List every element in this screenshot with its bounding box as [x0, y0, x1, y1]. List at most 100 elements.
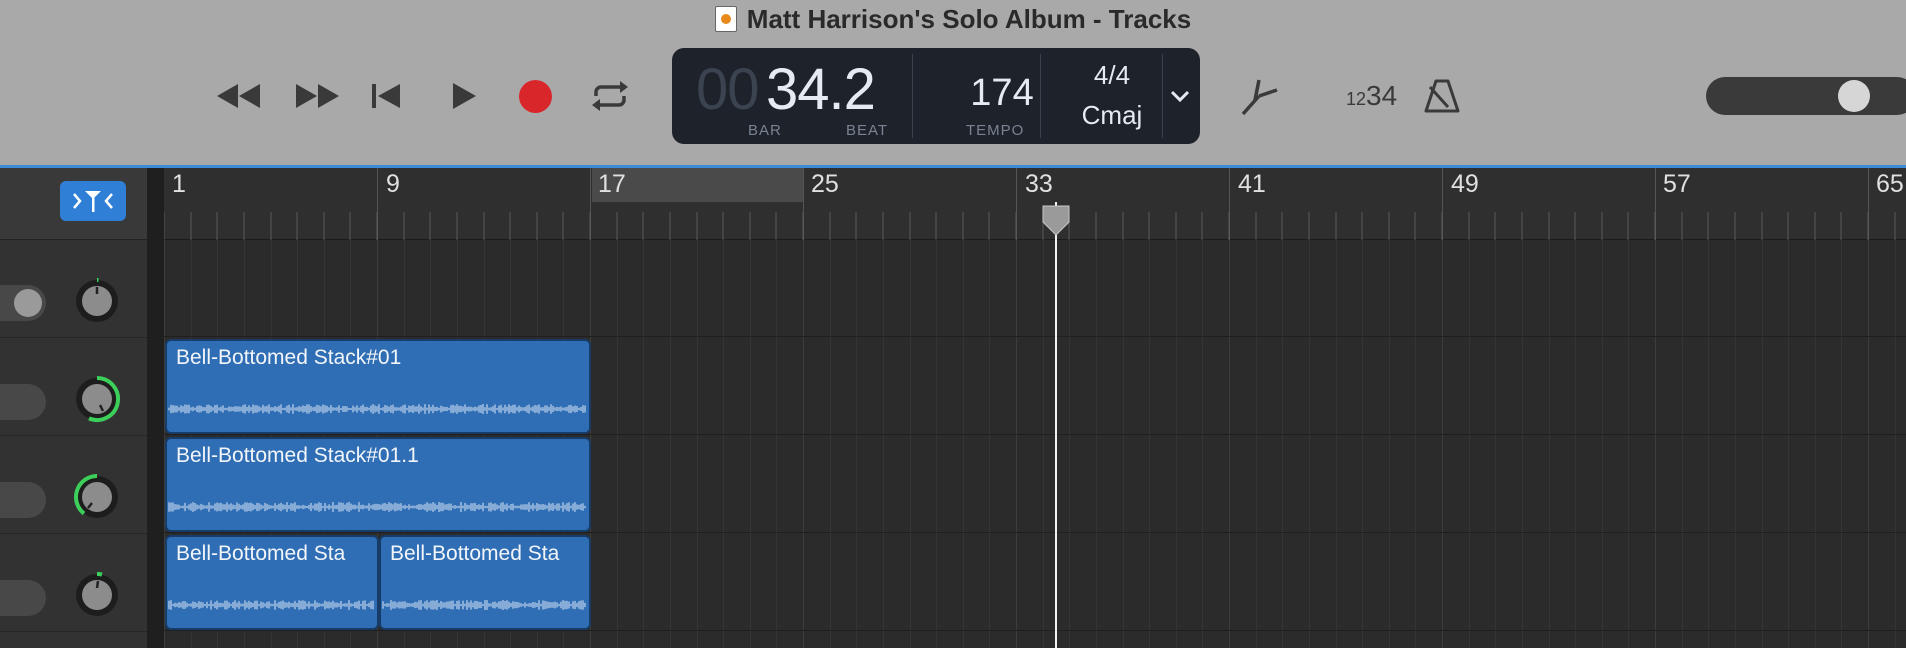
grid-line	[1788, 240, 1789, 648]
rewind-icon	[217, 84, 260, 108]
grid-line	[1522, 240, 1523, 648]
grid-line	[1362, 240, 1363, 648]
fast-forward-button[interactable]	[290, 76, 344, 116]
fast-forward-icon	[296, 84, 339, 108]
grid-line	[643, 240, 644, 648]
region-waveform	[168, 600, 374, 610]
grid-line	[1176, 240, 1177, 648]
waveform-path	[168, 404, 586, 414]
track-row-divider	[164, 630, 1906, 631]
catch-playhead-button[interactable]	[60, 181, 126, 221]
grid-line	[1602, 240, 1603, 648]
audio-region[interactable]: Bell-Bottomed Sta	[165, 535, 379, 630]
cycle-button[interactable]	[587, 76, 633, 116]
grid-line	[1149, 240, 1150, 648]
track-row-divider	[164, 532, 1906, 533]
grid-line	[963, 240, 964, 648]
track-toggle[interactable]	[0, 580, 46, 616]
region-name: Bell-Bottomed Stack#01.1	[176, 444, 419, 467]
audio-region[interactable]: Bell-Bottomed Stack#01.1	[165, 437, 591, 532]
rewind-button[interactable]	[212, 76, 266, 116]
grid-line	[1229, 240, 1230, 648]
chevron-down-icon[interactable]	[1168, 84, 1192, 108]
region-name: Bell-Bottomed Sta	[390, 542, 560, 565]
playhead-handle[interactable]	[1039, 204, 1073, 238]
timeline-ruler[interactable]: 1 9 17 25 33 41 49 57 65	[164, 168, 1906, 240]
master-volume-slider[interactable]	[1706, 77, 1906, 115]
lcd-bar-leading-zeros: 00	[696, 57, 760, 122]
grid-line	[723, 240, 724, 648]
grid-line	[1575, 240, 1576, 648]
grid-line	[1815, 240, 1816, 648]
lcd-separator	[1162, 54, 1163, 138]
grid-line	[1735, 240, 1736, 648]
grid-line	[1202, 240, 1203, 648]
count-in-small: 12	[1346, 89, 1367, 109]
track-header-row[interactable]	[0, 240, 147, 338]
grid-line	[1069, 240, 1070, 648]
tracks-area[interactable]: Bell-Bottomed Stack#01 Bell-Bottomed Sta…	[164, 240, 1906, 648]
track-row-divider	[164, 336, 1906, 337]
grid-line	[803, 240, 804, 648]
grid-line	[1016, 240, 1017, 648]
track-toggle[interactable]	[0, 482, 46, 518]
track-toggle[interactable]	[0, 384, 46, 420]
grid-line	[1389, 240, 1390, 648]
lcd-tempo-label: TEMPO	[966, 122, 1025, 139]
metronome-button[interactable]	[1420, 76, 1464, 116]
grid-line	[1628, 240, 1629, 648]
grid-line	[1762, 240, 1763, 648]
volume-knob[interactable]	[72, 570, 122, 620]
master-volume-handle[interactable]	[1838, 80, 1870, 112]
window-title-text: Matt Harrison's Solo Album - Tracks	[746, 4, 1192, 34]
track-header-row[interactable]	[0, 534, 147, 632]
ruler-beat-ticks	[164, 212, 1896, 240]
grid-line	[830, 240, 831, 648]
control-bar: Matt Harrison's Solo Album - Tracks 00 3…	[0, 0, 1906, 165]
grid-line	[883, 240, 884, 648]
window-title: Matt Harrison's Solo Album - Tracks	[0, 4, 1906, 35]
grid-line	[1309, 240, 1310, 648]
cycle-icon	[592, 81, 628, 111]
lcd-display[interactable]: 00 34.2 BAR BEAT 174 TEMPO 4/4 Cmaj	[672, 48, 1200, 144]
metronome-icon	[1424, 79, 1460, 113]
waveform-path	[168, 502, 586, 512]
lcd-key[interactable]: Cmaj	[1052, 100, 1172, 131]
track-toggle[interactable]	[0, 285, 46, 321]
tuner-button[interactable]	[1234, 76, 1284, 116]
grid-line	[670, 240, 671, 648]
lcd-time-signature[interactable]: 4/4	[1052, 60, 1172, 91]
audio-region[interactable]: Bell-Bottomed Stack#01	[165, 339, 591, 434]
volume-knob[interactable]	[72, 472, 122, 522]
audio-region[interactable]: Bell-Bottomed Sta	[379, 535, 591, 630]
grid-line	[1682, 240, 1683, 648]
go-to-beginning-icon	[372, 84, 400, 108]
lcd-tempo-value[interactable]: 174	[942, 72, 1062, 115]
grid-line	[1841, 240, 1842, 648]
lcd-bar-label: BAR	[748, 122, 782, 139]
track-header-row[interactable]	[0, 436, 147, 534]
record-button[interactable]	[519, 80, 552, 113]
grid-line	[856, 240, 857, 648]
grid-line	[750, 240, 751, 648]
tuner-icon	[1241, 79, 1278, 116]
garageband-doc-icon	[714, 6, 737, 32]
playhead[interactable]	[1055, 202, 1057, 648]
region-waveform	[168, 404, 586, 414]
go-to-beginning-button[interactable]	[366, 76, 406, 116]
play-button[interactable]	[446, 76, 482, 116]
track-row-divider	[164, 434, 1906, 435]
grid-line	[1442, 240, 1443, 648]
grid-line	[1469, 240, 1470, 648]
region-waveform	[168, 502, 586, 512]
grid-line	[697, 240, 698, 648]
grid-line	[1549, 240, 1550, 648]
volume-knob[interactable]	[72, 374, 122, 424]
count-in-button[interactable]: 1234	[1346, 80, 1397, 112]
region-name: Bell-Bottomed Sta	[176, 542, 346, 565]
header-divider[interactable]	[147, 168, 164, 648]
waveform-path	[168, 600, 374, 610]
volume-knob[interactable]	[72, 276, 122, 326]
track-toggle-dot	[14, 289, 42, 317]
track-header-row[interactable]	[0, 338, 147, 436]
